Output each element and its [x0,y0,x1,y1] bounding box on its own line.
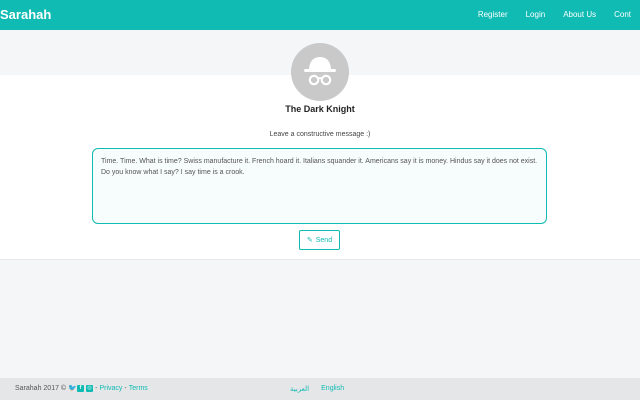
message-prompt: Leave a constructive message :) [269,131,371,138]
nav-register[interactable]: Register [469,0,517,30]
send-button[interactable]: ✎ Send [299,230,340,250]
footer-left: Sarahah 2017 © 🐦 f ◎ - Privacy - Terms [15,385,148,392]
lang-english-link[interactable]: English [321,385,344,393]
twitter-icon[interactable]: 🐦 [68,385,77,392]
incognito-icon [304,57,336,86]
pencil-icon: ✎ [306,237,313,244]
footer: Sarahah 2017 © 🐦 f ◎ - Privacy - Terms ا… [0,378,640,400]
send-label: Send [315,236,333,244]
lang-arabic-link[interactable]: العربية [290,385,309,393]
language-switcher: العربية English [290,385,344,393]
facebook-icon[interactable]: f [77,385,85,392]
brand-logo[interactable]: Sarahah [0,7,51,22]
terms-link[interactable]: Terms [129,385,148,392]
nav-links: Register Login About Us Cont [469,0,640,30]
avatar [291,43,349,101]
message-input[interactable]: Time. Time. What is time? Swiss manufact… [92,148,547,224]
privacy-link[interactable]: Privacy [99,385,122,392]
nav-login[interactable]: Login [517,0,555,30]
profile-name: The Dark Knight [285,104,355,114]
separator: - [124,385,127,392]
copyright: Sarahah 2017 © [15,385,67,392]
nav-contact[interactable]: Cont [605,0,640,30]
navbar: Sarahah Register Login About Us Cont [0,0,640,30]
nav-about-us[interactable]: About Us [554,0,605,30]
instagram-icon[interactable]: ◎ [86,385,94,392]
separator: - [95,385,98,392]
